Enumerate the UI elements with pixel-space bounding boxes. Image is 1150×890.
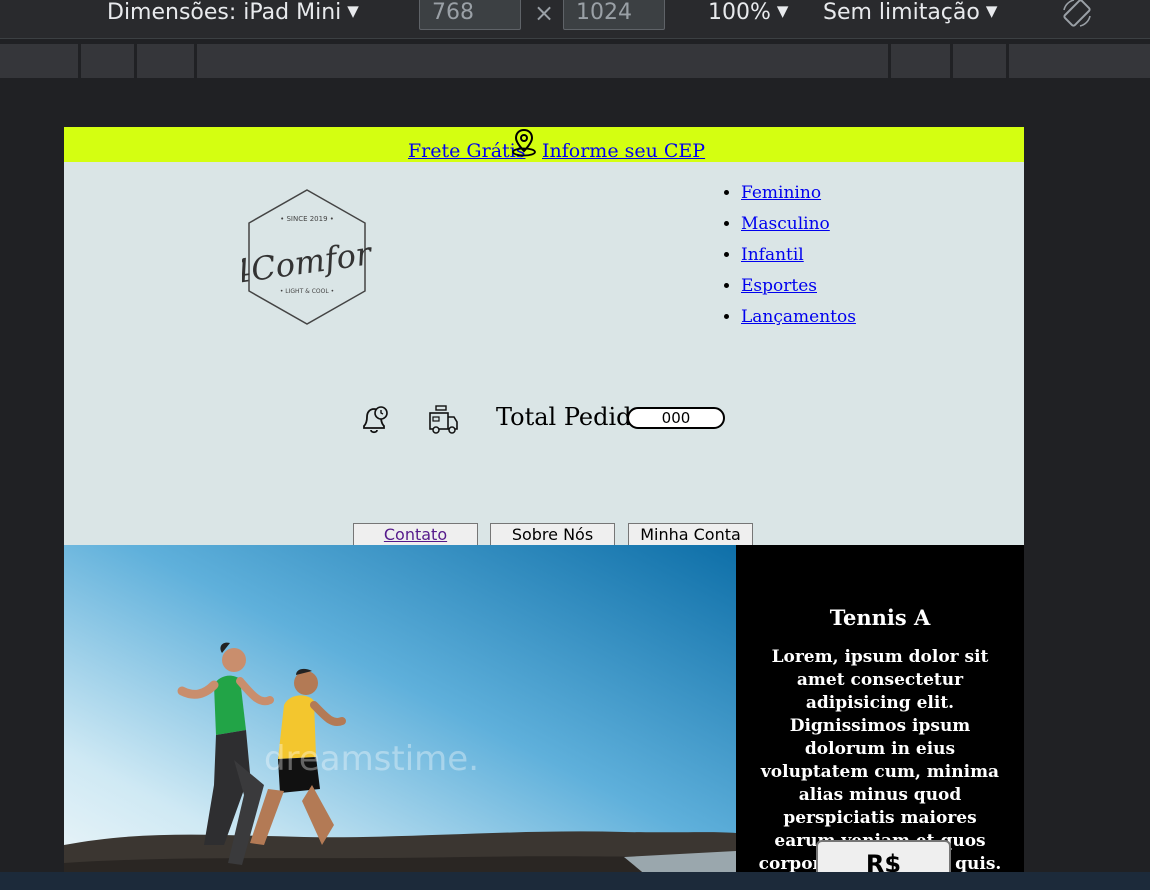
nav-item-infantil: Infantil: [741, 240, 856, 271]
nav-link-feminino[interactable]: Feminino: [741, 183, 821, 203]
throttle-dropdown[interactable]: Sem limitação ▼: [823, 0, 997, 26]
page-viewport: Frete Grátis Informe seu CEP • SINCE 201…: [64, 127, 1024, 890]
hero-image: dreamstime.: [64, 545, 736, 890]
zoom-dropdown[interactable]: 100% ▼: [708, 0, 788, 26]
nav-link-infantil[interactable]: Infantil: [741, 245, 804, 265]
chevron-down-icon: ▼: [776, 2, 789, 20]
device-toolbar: Dimensões: iPad Mini ▼ × 100% ▼ Sem limita…: [0, 0, 1150, 39]
cep-link[interactable]: Informe seu CEP: [542, 140, 705, 162]
total-order-value: 000: [627, 407, 725, 429]
free-shipping-link[interactable]: Frete Grátis: [408, 140, 525, 162]
device-dimensions-label: Dimensões: iPad Mini: [107, 0, 342, 25]
nav-item-lancamentos: Lançamentos: [741, 302, 856, 333]
times-icon: ×: [534, 0, 555, 27]
nav-link-lancamentos[interactable]: Lançamentos: [741, 307, 856, 327]
logo-tagline-text: • LIGHT & COOL •: [280, 288, 334, 295]
logo-since-text: • SINCE 2019 •: [280, 215, 334, 223]
total-order-label: Total Pedido: [496, 403, 646, 431]
bell-icon[interactable]: [359, 402, 389, 436]
os-taskbar: [0, 872, 1150, 890]
device-dimensions-dropdown[interactable]: Dimensões: iPad Mini ▼: [107, 0, 359, 26]
shipping-banner: Frete Grátis Informe seu CEP: [64, 127, 1024, 162]
throttle-label: Sem limitação: [823, 0, 980, 25]
delivery-truck-icon[interactable]: [427, 405, 459, 435]
rotate-icon[interactable]: [1060, 0, 1094, 30]
product-title: Tennis A: [829, 605, 931, 630]
nav-link-esportes[interactable]: Esportes: [741, 276, 817, 296]
about-button[interactable]: Sobre Nós: [490, 523, 615, 547]
nav-item-esportes: Esportes: [741, 271, 856, 302]
nav-item-feminino: Feminino: [741, 178, 856, 209]
location-pin-icon[interactable]: [509, 127, 539, 157]
brand-logo[interactable]: • SINCE 2019 • 4Comfort • LIGHT & COOL •: [242, 187, 372, 327]
device-width-input[interactable]: [419, 0, 521, 30]
device-height-input[interactable]: [563, 0, 665, 30]
logo-brand-text: 4Comfort: [242, 233, 372, 292]
zoom-label: 100%: [708, 0, 771, 25]
product-promo: Tennis A Lorem, ipsum dolor sit amet con…: [736, 545, 1024, 890]
main-nav: Feminino Masculino Infantil Esportes Lan…: [719, 178, 856, 333]
contact-button[interactable]: Contato: [353, 523, 478, 547]
watermark-text: dreamstime.: [264, 739, 479, 779]
media-query-bar: [0, 44, 1150, 78]
my-account-button[interactable]: Minha Conta: [628, 523, 753, 547]
nav-link-masculino[interactable]: Masculino: [741, 214, 830, 234]
site-header: • SINCE 2019 • 4Comfort • LIGHT & COOL •…: [64, 162, 1024, 547]
chevron-down-icon: ▼: [985, 2, 998, 20]
nav-item-masculino: Masculino: [741, 209, 856, 240]
chevron-down-icon: ▼: [347, 2, 359, 20]
